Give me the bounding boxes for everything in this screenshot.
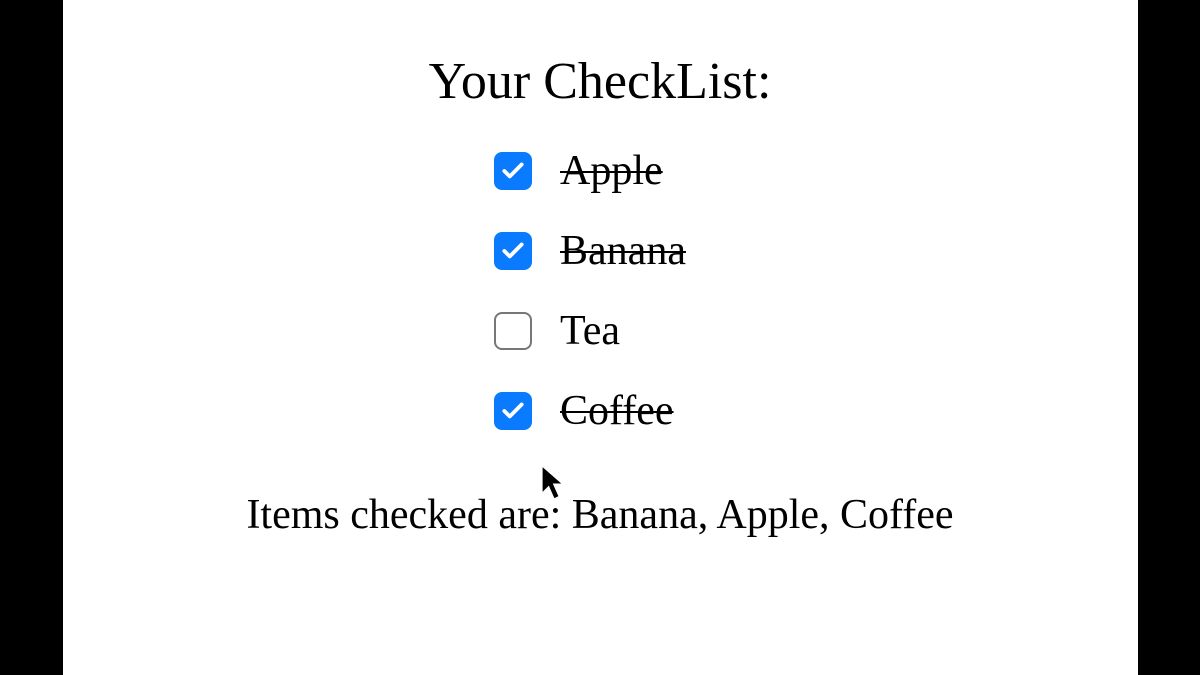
checkbox-tea[interactable] xyxy=(494,312,532,350)
checklist-item-coffee: Coffee xyxy=(494,387,686,435)
page-title: Your CheckList: xyxy=(429,52,772,111)
checklist-item-banana: Banana xyxy=(494,227,686,275)
checklist-item-label: Tea xyxy=(560,307,620,355)
summary-values: Banana, Apple, Coffee xyxy=(572,492,954,538)
checkbox-banana[interactable] xyxy=(494,232,532,270)
check-icon xyxy=(500,238,526,264)
checklist-item-tea: Tea xyxy=(494,307,686,355)
checklist-item-apple: Apple xyxy=(494,147,686,195)
page-content: Your CheckList: Apple Banana xyxy=(63,0,1138,675)
checkbox-coffee[interactable] xyxy=(494,392,532,430)
check-icon xyxy=(500,398,526,424)
checked-summary: Items checked are: Banana, Apple, Coffee xyxy=(246,491,953,539)
checklist-item-label: Apple xyxy=(560,147,663,195)
check-icon xyxy=(500,158,526,184)
checklist-item-label: Coffee xyxy=(560,387,674,435)
summary-prefix: Items checked are: xyxy=(246,492,571,538)
checkbox-apple[interactable] xyxy=(494,152,532,190)
checklist: Apple Banana Tea Cof xyxy=(494,147,686,435)
checklist-item-label: Banana xyxy=(560,227,686,275)
